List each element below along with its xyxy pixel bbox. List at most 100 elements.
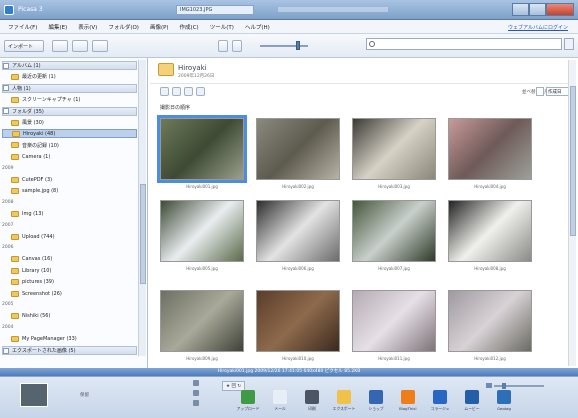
photo-image[interactable] xyxy=(352,118,436,180)
photo-filename: Hiroyaki005.jpg xyxy=(186,266,218,271)
sidebar-folder-item[interactable]: 最近の更新 (1) xyxy=(2,72,137,81)
sidebar-folder-item[interactable]: CutePDF (3) xyxy=(2,175,137,184)
upload-folder-button[interactable] xyxy=(196,87,205,96)
sidebar-folder-item[interactable]: 音楽の記録 (10) xyxy=(2,141,137,150)
shop-button[interactable]: ショップ xyxy=(364,390,388,416)
sort-direction-select[interactable] xyxy=(536,87,544,96)
photo-thumbnail[interactable]: Hiroyaki002.jpg xyxy=(256,118,340,200)
play-folder-button[interactable] xyxy=(160,87,169,96)
tray-slider-knob[interactable] xyxy=(502,383,506,389)
timeline-button[interactable] xyxy=(232,40,242,52)
collage-button[interactable]: コラージュ xyxy=(428,390,452,416)
menu-help[interactable]: ヘルプ(H) xyxy=(241,23,274,31)
photo-image[interactable] xyxy=(352,200,436,262)
photo-image[interactable] xyxy=(256,118,340,180)
sidebar-folder-item[interactable]: Screenshot (26) xyxy=(2,289,137,298)
sidebar-folder-item[interactable]: pictures (39) xyxy=(2,278,137,287)
sidebar-folder-item[interactable]: sample.jpg (8) xyxy=(2,186,137,195)
photo-image[interactable] xyxy=(448,118,532,180)
menu-picture[interactable]: 画像(P) xyxy=(146,23,173,31)
share-folder-button[interactable] xyxy=(172,87,181,96)
photo-thumbnail[interactable]: Hiroyaki001.jpg xyxy=(157,115,247,200)
sidebar-folder-item[interactable]: 風景 (30) xyxy=(2,118,137,127)
forward-button[interactable] xyxy=(72,40,88,52)
maximize-button[interactable] xyxy=(529,3,546,16)
back-button[interactable] xyxy=(52,40,68,52)
clear-tray-icon[interactable] xyxy=(193,390,199,396)
sidebar-folder-item[interactable]: Upload (744) xyxy=(2,232,137,241)
minimize-button[interactable] xyxy=(512,3,529,16)
photo-thumbnail[interactable]: Hiroyaki007.jpg xyxy=(352,200,436,282)
main-scrollbar[interactable] xyxy=(568,60,576,366)
blog-button[interactable]: BlogThis! xyxy=(396,390,420,416)
menu-file[interactable]: ファイル(F) xyxy=(4,23,41,31)
photo-thumbnail[interactable]: Hiroyaki008.jpg xyxy=(448,200,532,282)
photo-image[interactable] xyxy=(160,200,244,262)
hold-pin-icon[interactable] xyxy=(193,380,199,386)
photo-image[interactable] xyxy=(448,290,532,352)
play-slideshow-button[interactable] xyxy=(218,40,228,52)
current-file-field[interactable]: IMG1023.JPG xyxy=(176,5,254,15)
web-album-login-link[interactable]: ウェブアルバムにログイン xyxy=(508,24,568,31)
expand-icon[interactable] xyxy=(3,108,9,115)
sidebar-section-header[interactable]: アルバム (1) xyxy=(2,61,137,70)
sidebar-folder-item[interactable]: My PageManager (33) xyxy=(2,335,137,344)
photo-image[interactable] xyxy=(256,290,340,352)
photo-image[interactable] xyxy=(160,290,244,352)
search-input[interactable] xyxy=(366,38,562,50)
menu-view[interactable]: 表示(V) xyxy=(74,23,101,31)
menu-create[interactable]: 作成(C) xyxy=(176,23,203,31)
photo-thumbnail[interactable]: Hiroyaki006.jpg xyxy=(256,200,340,282)
email-button[interactable]: メール xyxy=(268,390,292,416)
expand-icon[interactable] xyxy=(3,85,9,92)
sidebar-scrollbar[interactable] xyxy=(138,60,146,356)
photo-thumbnail[interactable]: Hiroyaki005.jpg xyxy=(160,200,244,282)
main-scroll-thumb[interactable] xyxy=(570,86,576,236)
expand-icon[interactable] xyxy=(3,347,9,354)
menu-tools[interactable]: ツール(T) xyxy=(206,23,238,31)
tray-selected-photo[interactable] xyxy=(20,383,48,407)
window-title: Picasa 3 xyxy=(18,6,43,13)
close-button[interactable] xyxy=(546,3,574,16)
view-mode-button[interactable] xyxy=(92,40,108,52)
menu-edit[interactable]: 編集(E) xyxy=(44,23,71,31)
sidebar-folder-item[interactable]: Camera (1) xyxy=(2,152,137,161)
photo-filename: Hiroyaki004.jpg xyxy=(474,184,506,189)
photo-image[interactable] xyxy=(256,200,340,262)
photo-thumbnail[interactable]: Hiroyaki009.jpg xyxy=(160,290,244,372)
sidebar-folder-item[interactable]: Library (10) xyxy=(2,266,137,275)
photo-thumbnail[interactable]: Hiroyaki010.jpg xyxy=(256,290,340,372)
photo-image[interactable] xyxy=(157,115,247,183)
sidebar-folder-item[interactable]: Canvas (16) xyxy=(2,255,137,264)
print-button[interactable]: 印刷 xyxy=(300,390,324,416)
folder-title[interactable]: Hiroyaki xyxy=(178,64,207,72)
upload-button[interactable]: アップロード xyxy=(236,390,260,416)
search-options-button[interactable] xyxy=(564,38,574,50)
sidebar-section-header[interactable]: 人物 (1) xyxy=(2,83,137,93)
sidebar-folder-item[interactable]: Img (13) xyxy=(2,209,137,218)
sidebar-section-header[interactable]: フォルダ (35) xyxy=(2,106,137,116)
photo-thumbnail[interactable]: Hiroyaki011.jpg xyxy=(352,290,436,372)
menu-folder[interactable]: フォルダ(O) xyxy=(104,23,143,31)
sidebar-folder-item[interactable]: Hiroyaki (48) xyxy=(2,129,137,139)
movie-button[interactable]: ムービー xyxy=(460,390,484,416)
action-label: コラージュ xyxy=(430,406,450,411)
thumbnail-size-slider[interactable] xyxy=(296,41,300,50)
sidebar-section-header[interactable]: エクスポートされた画像 (5) xyxy=(2,346,137,355)
export-button[interactable]: エクスポート xyxy=(332,390,356,416)
photo-thumbnail[interactable]: Hiroyaki003.jpg xyxy=(352,118,436,200)
photo-thumbnail[interactable]: Hiroyaki012.jpg xyxy=(448,290,532,372)
photo-image[interactable] xyxy=(352,290,436,352)
sidebar-scroll-thumb[interactable] xyxy=(140,184,146,284)
sidebar-item-label: 2009 xyxy=(2,165,14,171)
sidebar-folder-item[interactable]: スクリーンキャプチャ (1) xyxy=(2,95,137,104)
photo-thumbnail[interactable]: Hiroyaki004.jpg xyxy=(448,118,532,200)
tray-zoom-slider[interactable] xyxy=(486,383,546,389)
expand-icon[interactable] xyxy=(3,62,9,69)
add-to-album-icon[interactable] xyxy=(193,400,199,406)
folder-info-button[interactable] xyxy=(184,87,193,96)
import-button[interactable]: インポート xyxy=(4,40,44,52)
sidebar-folder-item[interactable]: Nishiki (56) xyxy=(2,312,137,321)
geotag-button[interactable]: Geotag xyxy=(492,390,516,416)
photo-image[interactable] xyxy=(448,200,532,262)
